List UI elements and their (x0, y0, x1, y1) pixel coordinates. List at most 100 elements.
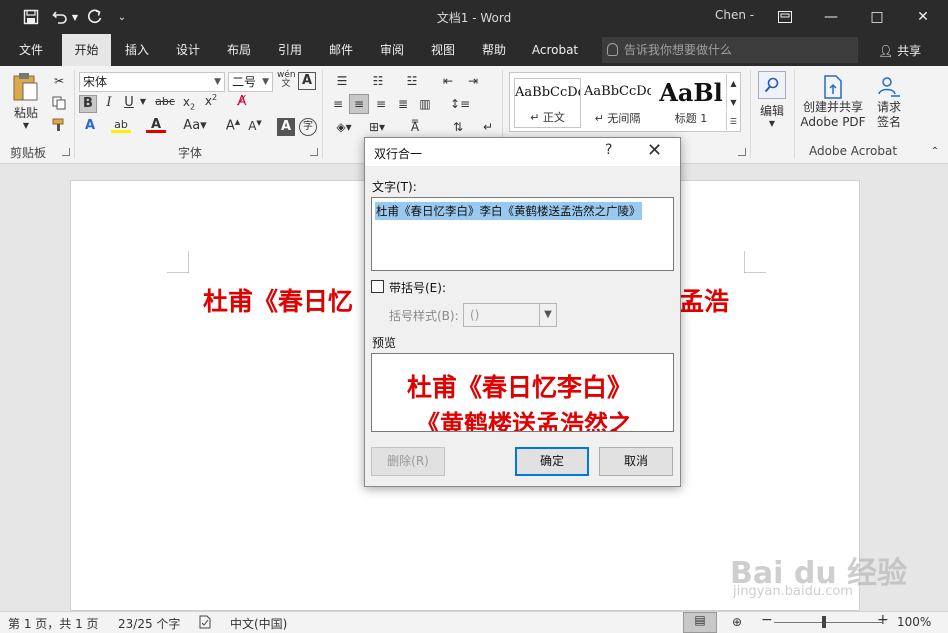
bracket-checkbox[interactable] (371, 280, 384, 293)
strikethrough-button[interactable]: abc (154, 95, 176, 108)
style-sample: AaBbCcDd (515, 85, 580, 100)
bullets-icon[interactable]: ☰ (330, 72, 354, 90)
enclose-characters-icon[interactable]: 字 (299, 118, 317, 136)
phonetic-guide-icon[interactable]: wén 文 (277, 71, 296, 89)
numbering-icon[interactable]: ☷ (366, 72, 390, 90)
minimize-button[interactable]: — (808, 0, 854, 34)
tell-me-search[interactable]: 告诉我你想要做什么 (602, 37, 858, 63)
tab-mailings[interactable]: 邮件 (318, 34, 364, 66)
clear-formatting-icon[interactable]: A̸ (232, 94, 252, 109)
styles-launcher-icon[interactable] (738, 148, 746, 156)
format-painter-icon[interactable] (50, 116, 68, 134)
change-case-icon[interactable]: Aa▾ (181, 118, 209, 133)
align-center-icon[interactable]: ≡ (349, 94, 369, 114)
bracket-style-select[interactable]: () ▼ (463, 303, 557, 327)
tab-acrobat[interactable]: Acrobat (524, 34, 586, 66)
underline-button[interactable]: U (121, 95, 137, 110)
ribbon-display-options-icon[interactable] (762, 0, 808, 34)
align-left-icon[interactable]: ≡ (328, 94, 348, 114)
grow-font-icon[interactable]: A▲ (224, 118, 242, 133)
text-effects-icon[interactable]: A (80, 118, 100, 133)
editing-button[interactable]: 编辑 ▼ (756, 71, 788, 133)
superscript-button[interactable]: x2 (202, 93, 220, 108)
bold-button[interactable]: B (79, 95, 97, 113)
tab-file[interactable]: 文件 (8, 34, 54, 66)
italic-button[interactable]: I (101, 95, 117, 110)
distributed-icon[interactable]: ▥ (415, 94, 435, 114)
style-heading-1[interactable]: AaBl 标题 1 (656, 78, 726, 128)
tab-view[interactable]: 视图 (420, 34, 466, 66)
borders-icon[interactable]: ⊞▾ (364, 117, 390, 137)
tab-review[interactable]: 审阅 (369, 34, 415, 66)
style-no-spacing[interactable]: AaBbCcDd ↵ 无间隔 (584, 78, 651, 128)
separator (750, 70, 751, 158)
font-size-combo[interactable]: 二号 ▼ (228, 72, 273, 92)
increase-indent-icon[interactable]: ⇥ (463, 72, 483, 90)
crop-mark-top-left (167, 251, 189, 273)
tab-help[interactable]: 帮助 (471, 34, 517, 66)
multilevel-list-icon[interactable]: ☳ (400, 72, 424, 90)
tab-insert[interactable]: 插入 (114, 34, 160, 66)
tab-design[interactable]: 设计 (165, 34, 211, 66)
close-button[interactable]: ✕ (900, 0, 946, 34)
sort-icon[interactable]: ⇅ (449, 117, 467, 137)
delete-button[interactable]: 删除(R) (371, 447, 445, 476)
share-label: 共享 (897, 44, 922, 58)
user-name[interactable]: Chen - (715, 8, 754, 22)
text-field[interactable]: 杜甫《春日忆李白》李白《黄鹤楼送孟浩然之广陵》 (371, 197, 674, 271)
clipboard-launcher-icon[interactable] (62, 148, 70, 156)
request-signature-button[interactable]: 请求 签名 (871, 74, 907, 138)
dialog-titlebar[interactable]: 双行合一 ? ✕ (365, 138, 680, 166)
align-right-icon[interactable]: ≡ (371, 94, 391, 114)
tab-home[interactable]: 开始 (62, 34, 111, 66)
word-count[interactable]: 23/25 个字 (118, 615, 180, 632)
cut-icon[interactable]: ✂ (50, 72, 68, 90)
create-adobe-pdf-button[interactable]: 创建并共享 Adobe PDF (799, 74, 867, 138)
zoom-out-button[interactable]: − (761, 612, 773, 628)
proofing-icon[interactable] (198, 615, 212, 632)
preview-label: 预览 (372, 336, 397, 350)
style-normal[interactable]: AaBbCcDd ↵ 正文 (514, 78, 581, 128)
zoom-in-button[interactable]: + (877, 612, 889, 628)
shrink-font-icon[interactable]: A▼ (246, 119, 264, 133)
document-text-end: 孟浩 (679, 287, 730, 316)
print-layout-icon[interactable]: ▤ (683, 612, 717, 633)
language[interactable]: 中文(中国) (230, 615, 287, 632)
person-icon: 👤︎ (878, 44, 894, 58)
justify-icon[interactable]: ≣ (393, 94, 413, 114)
shading-icon[interactable]: ◈▾ (330, 117, 358, 137)
cancel-button[interactable]: 取消 (599, 447, 673, 476)
page-count[interactable]: 第 1 页，共 1 页 (8, 615, 99, 632)
decrease-indent-icon[interactable]: ⇤ (438, 72, 458, 90)
styles-scroll-up-icon[interactable]: ▲ (726, 74, 740, 92)
line-spacing-icon[interactable]: ↕≡ (446, 94, 474, 114)
font-color-icon[interactable]: A (146, 117, 166, 133)
styles-scroll-down-icon[interactable]: ▼ (726, 93, 740, 111)
zoom-slider-track[interactable] (774, 622, 882, 623)
zoom-level[interactable]: 100% (897, 615, 931, 629)
tab-layout[interactable]: 布局 (216, 34, 262, 66)
show-marks-icon[interactable]: ↵ (480, 117, 496, 137)
paste-button[interactable]: 粘贴 ▼ (8, 72, 44, 130)
font-name-combo[interactable]: 宋体 ▼ (79, 72, 225, 92)
web-layout-icon[interactable]: ⊕ (732, 615, 742, 629)
collapse-ribbon-icon[interactable]: ⌃ (928, 144, 942, 158)
subscript-button[interactable]: x2 (180, 95, 198, 111)
character-shading-icon[interactable]: A (277, 118, 295, 136)
restore-button[interactable]: □ (854, 0, 900, 34)
zoom-slider-thumb[interactable] (822, 616, 826, 628)
copy-icon[interactable] (50, 94, 68, 112)
chinese-layout-icon[interactable]: A̿ (404, 117, 426, 137)
bracket-checkbox-label[interactable]: 带括号(E): (389, 279, 446, 296)
tab-references[interactable]: 引用 (267, 34, 313, 66)
highlight-color-icon[interactable]: ab (111, 117, 131, 133)
dialog-close-button[interactable]: ✕ (647, 140, 662, 161)
document-text: 杜甫《春日忆 (203, 287, 354, 316)
chevron-down-icon[interactable]: ▼ (139, 97, 147, 106)
share-button[interactable]: 👤︎ 共享 (878, 42, 921, 59)
styles-more-icon[interactable]: ☰ (726, 112, 740, 130)
font-launcher-icon[interactable] (310, 148, 318, 156)
character-border-icon[interactable]: A (298, 72, 316, 90)
help-button[interactable]: ? (605, 142, 612, 158)
ok-button[interactable]: 确定 (515, 447, 589, 476)
